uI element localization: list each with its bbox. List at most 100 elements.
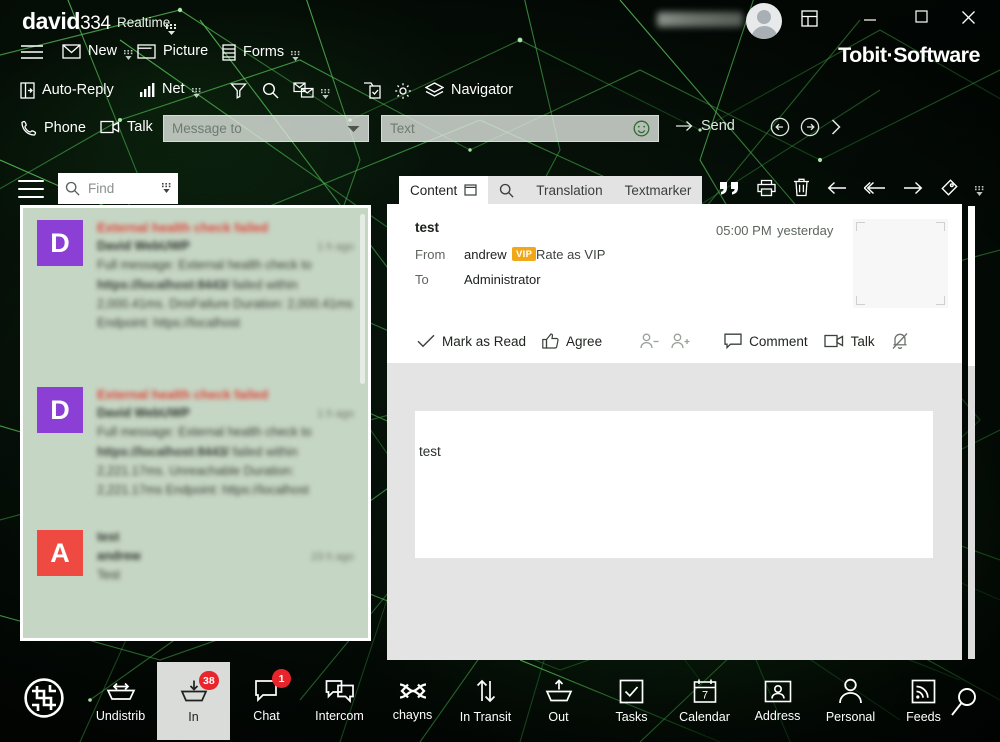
person-icon bbox=[838, 678, 863, 704]
message-preview: Full message: External health check to h… bbox=[97, 256, 354, 334]
forms-button[interactable]: Forms bbox=[222, 44, 300, 61]
message-preview: Full message: External health check to h… bbox=[97, 423, 354, 501]
mark-as-read-button[interactable]: Mark as Read bbox=[417, 334, 526, 349]
talk-button[interactable]: Talk bbox=[100, 120, 153, 135]
settings-button[interactable] bbox=[394, 82, 412, 100]
realtime-label[interactable]: Realtime bbox=[117, 15, 170, 30]
phone-button[interactable]: Phone bbox=[20, 120, 86, 137]
comment-label: Comment bbox=[749, 334, 808, 349]
forms-label: Forms bbox=[243, 45, 284, 60]
message-body: test bbox=[387, 363, 962, 660]
print-icon[interactable] bbox=[757, 179, 776, 197]
filter-icon bbox=[230, 82, 247, 99]
circle-forward-icon[interactable] bbox=[800, 117, 820, 137]
david-knot-logo[interactable] bbox=[24, 678, 64, 723]
arrow-left-icon[interactable] bbox=[827, 180, 847, 196]
list-menu-button[interactable] bbox=[18, 180, 44, 198]
shield-check-button[interactable] bbox=[363, 82, 382, 100]
new-caret-icon[interactable] bbox=[124, 50, 133, 61]
comment-button[interactable]: Comment bbox=[724, 333, 808, 349]
message-to-placeholder: Message to bbox=[172, 121, 242, 136]
tab-textmarker[interactable]: Textmarker bbox=[614, 176, 703, 204]
search-icon bbox=[950, 687, 978, 717]
list-item[interactable]: D External health check failed David Web… bbox=[23, 208, 368, 334]
quote-icon[interactable] bbox=[720, 180, 740, 196]
taskbar-item-address[interactable]: Address bbox=[741, 662, 814, 740]
corner-mark bbox=[856, 296, 865, 305]
talk-button[interactable]: Talk bbox=[824, 334, 875, 349]
taskbar-item-calendar[interactable]: 7 Calendar bbox=[668, 662, 741, 740]
message-time: 1 h ago bbox=[311, 241, 354, 253]
find-input[interactable]: Find bbox=[58, 173, 178, 204]
navigator-button[interactable]: Navigator bbox=[425, 82, 513, 99]
rate-as-vip-button[interactable]: Rate as VIP bbox=[536, 247, 605, 262]
picture-icon bbox=[137, 44, 156, 59]
chevron-right-icon[interactable] bbox=[830, 118, 842, 136]
mail-folders-button[interactable] bbox=[293, 82, 330, 98]
talk-label: Talk bbox=[127, 120, 153, 135]
chevron-down-icon[interactable] bbox=[347, 125, 360, 133]
new-button[interactable]: New bbox=[62, 44, 133, 59]
net-button[interactable]: Net bbox=[140, 82, 201, 97]
envelope-icon bbox=[62, 44, 81, 59]
realtime-options-dots-icon[interactable] bbox=[166, 24, 177, 36]
add-user-button[interactable] bbox=[671, 333, 690, 349]
send-button[interactable]: Send bbox=[676, 118, 735, 134]
remove-user-button[interactable] bbox=[640, 333, 659, 349]
avatar[interactable] bbox=[746, 3, 782, 39]
tab-translation[interactable]: Translation bbox=[525, 176, 613, 204]
taskbar-item-out[interactable]: Out bbox=[522, 662, 595, 740]
find-options-dots-icon[interactable] bbox=[162, 183, 171, 194]
text-input[interactable]: Text bbox=[381, 115, 659, 142]
taskbar-item-tasks[interactable]: Tasks bbox=[595, 662, 668, 740]
scrollbar-thumb[interactable] bbox=[968, 206, 975, 366]
taskbar-item-intercom[interactable]: Intercom bbox=[303, 662, 376, 740]
filter-button[interactable] bbox=[230, 82, 247, 99]
taskbar-item-in[interactable]: In 38 bbox=[157, 662, 230, 740]
phone-label: Phone bbox=[44, 121, 86, 136]
taskbar-search-button[interactable] bbox=[950, 687, 978, 722]
search-icon bbox=[262, 82, 279, 99]
message-to-input[interactable]: Message to bbox=[163, 115, 369, 142]
tag-caret-icon[interactable] bbox=[975, 186, 984, 197]
outbox-icon bbox=[545, 678, 573, 704]
minimize-icon[interactable] bbox=[856, 10, 884, 34]
taskbar-item-chat[interactable]: Chat 1 bbox=[230, 662, 303, 740]
undistributed-icon bbox=[106, 679, 136, 703]
taskbar-item-personal[interactable]: Personal bbox=[814, 662, 887, 740]
message-list[interactable]: D External health check failed David Web… bbox=[20, 205, 371, 641]
tag-icon[interactable] bbox=[940, 179, 958, 197]
picture-button[interactable]: Picture bbox=[137, 44, 208, 59]
taskbar-item-in-transit[interactable]: In Transit bbox=[449, 662, 522, 740]
search-button[interactable] bbox=[262, 82, 279, 99]
circle-back-icon[interactable] bbox=[770, 117, 790, 137]
maximize-icon[interactable] bbox=[907, 10, 935, 34]
layout-icon[interactable] bbox=[795, 10, 823, 34]
message-date: yesterday bbox=[777, 223, 833, 238]
agree-button[interactable]: Agree bbox=[542, 333, 602, 349]
content-scrollbar[interactable] bbox=[968, 206, 975, 659]
arrow-double-left-icon[interactable] bbox=[864, 180, 886, 196]
attachment-thumbnail[interactable] bbox=[853, 219, 948, 308]
main-menu-button[interactable] bbox=[20, 44, 44, 60]
tab-content[interactable]: Content bbox=[399, 176, 488, 204]
picture-label: Picture bbox=[163, 44, 208, 59]
auto-reply-button[interactable]: Auto-Reply bbox=[20, 82, 114, 99]
hamburger-icon-line bbox=[18, 180, 44, 182]
video-icon bbox=[824, 334, 844, 348]
taskbar-item-chayns[interactable]: chayns bbox=[376, 662, 449, 740]
net-caret-icon[interactable] bbox=[192, 88, 201, 99]
mail-folders-caret-icon[interactable] bbox=[321, 89, 330, 100]
list-item[interactable]: A test andrew 23 h ago Test bbox=[23, 518, 368, 585]
tab-search[interactable] bbox=[488, 176, 525, 204]
list-scrollbar[interactable] bbox=[360, 214, 365, 384]
taskbar-item-undistrib[interactable]: Undistrib bbox=[84, 662, 157, 740]
smiley-icon[interactable] bbox=[633, 120, 650, 137]
mute-button[interactable] bbox=[891, 332, 909, 350]
forms-caret-icon[interactable] bbox=[291, 51, 300, 62]
list-item[interactable]: D External health check failed David Web… bbox=[23, 375, 368, 501]
trash-icon[interactable] bbox=[793, 178, 810, 197]
close-icon[interactable] bbox=[954, 10, 982, 34]
rss-icon bbox=[911, 679, 936, 704]
arrow-right-icon[interactable] bbox=[903, 180, 923, 196]
